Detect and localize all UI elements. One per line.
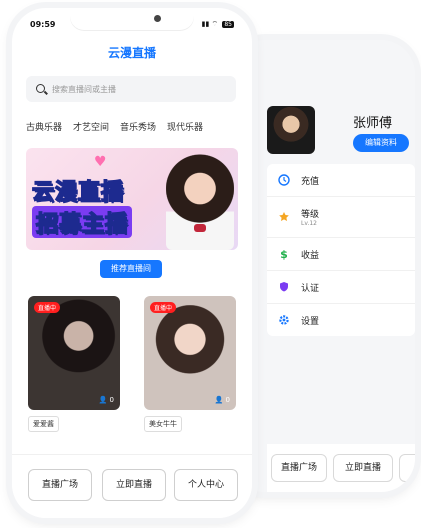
viewer-count: 0 [225, 396, 230, 404]
search-icon [36, 84, 46, 94]
banner-portrait [166, 154, 234, 250]
tab-go-live[interactable]: 立即直播 [333, 454, 393, 482]
bottom-nav: 直播广场 立即直播 个人中心 [12, 454, 252, 518]
profile-name: 张师傅 [353, 116, 393, 131]
viewer-count: 0 [109, 396, 114, 404]
person-icon: 👤 [214, 396, 224, 404]
live-badge: 直播中 [34, 302, 61, 313]
menu-label: 认证 [301, 283, 320, 294]
notch [70, 8, 194, 30]
avatar[interactable] [267, 106, 315, 154]
room-card[interactable]: 直播中 👤 0 [144, 296, 236, 410]
tab-live-square[interactable]: 直播广场 [271, 454, 327, 482]
status-time: 09:59 [30, 20, 56, 29]
menu-item-settings[interactable]: 设置 [267, 304, 415, 336]
menu-label: 等级 [301, 210, 320, 220]
tab-profile-partial[interactable] [399, 454, 415, 482]
page-title: 云漫直播 [107, 46, 156, 60]
level-value: Lv.12 [301, 220, 317, 227]
menu-item-verify[interactable]: 认证 [267, 271, 415, 304]
tab-profile[interactable]: 个人中心 [174, 469, 238, 501]
battery-icon: 85 [222, 21, 234, 28]
live-badge: 直播中 [150, 302, 177, 313]
menu-item-earnings[interactable]: $ 收益 [267, 238, 415, 271]
shield-icon [277, 280, 291, 294]
tab-category[interactable]: 音乐秀场 [120, 120, 156, 133]
menu-label: 充值 [301, 176, 320, 187]
profile-phone: 张师傅 编辑资料 充值 等级 Lv.12 $ 收益 认证 设置 直播广场 立即直… [231, 40, 415, 492]
signal-icon: ▮▮ ⌔ [201, 20, 219, 28]
person-icon: 👤 [98, 396, 108, 404]
room-name: 美女牛牛 [144, 416, 182, 432]
menu-item-level[interactable]: 等级 Lv.12 [267, 197, 415, 238]
status-bar: 09:59 ▮▮ ⌔ 85 [12, 8, 252, 34]
menu-label: 设置 [301, 316, 320, 327]
tab-go-live[interactable]: 立即直播 [102, 469, 166, 501]
search-input[interactable]: 搜索直播间或主播 [26, 76, 236, 102]
banner-line-1: 云漫直播 [31, 179, 125, 206]
level-icon [277, 210, 291, 224]
search-placeholder: 搜索直播间或主播 [52, 84, 116, 94]
category-tabs: 古典乐器 才艺空间 音乐秀场 现代乐器 [26, 120, 252, 133]
tab-category[interactable]: 现代乐器 [167, 120, 203, 133]
heart-icon: ♥ [94, 154, 107, 170]
profile-menu: 充值 等级 Lv.12 $ 收益 认证 设置 [267, 164, 415, 336]
room-card[interactable]: 直播中 👤 0 [28, 296, 120, 410]
back-bottom-nav: 直播广场 立即直播 [267, 444, 415, 492]
recommend-rooms-button[interactable]: 推荐直播间 [100, 260, 162, 278]
menu-label: 收益 [301, 250, 320, 261]
home-phone: 09:59 ▮▮ ⌔ 85 云漫直播 搜索直播间或主播 古典乐器 才艺空间 音乐… [12, 8, 252, 518]
edit-profile-button[interactable]: 编辑资料 [353, 134, 409, 152]
status-icons: ▮▮ ⌔ 85 [202, 20, 234, 29]
dollar-icon: $ [280, 247, 288, 261]
bow-icon [194, 224, 206, 232]
banner-line-2: 招募主播 [32, 206, 133, 238]
tab-category[interactable]: 古典乐器 [26, 120, 62, 133]
recruit-banner[interactable]: ♥ 云漫直播 招募主播 [26, 148, 238, 250]
room-name: 爱爱酱 [28, 416, 59, 432]
tab-category[interactable]: 才艺空间 [73, 120, 109, 133]
clock-icon [277, 173, 291, 187]
menu-item-recharge[interactable]: 充值 [267, 164, 415, 197]
tab-live-square[interactable]: 直播广场 [28, 469, 92, 501]
camera-icon [154, 15, 161, 22]
gear-icon [277, 313, 291, 327]
profile-card: 张师傅 编辑资料 [261, 102, 415, 158]
